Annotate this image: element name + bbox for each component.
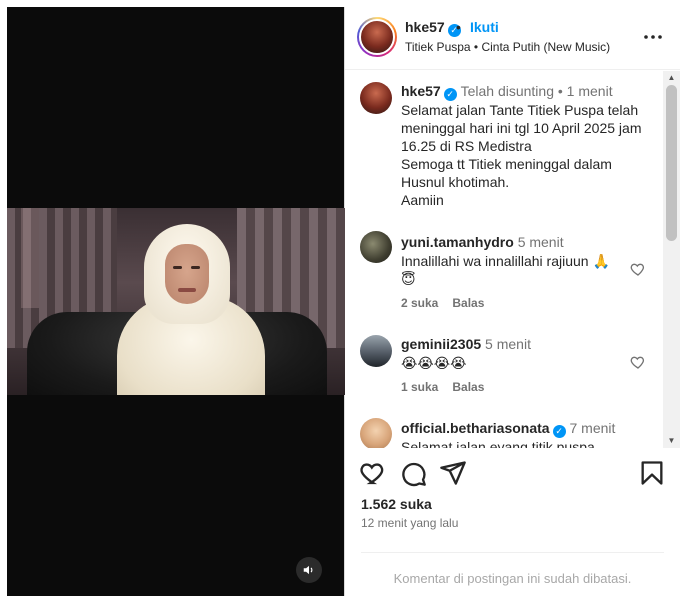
- heart-icon: [360, 463, 384, 485]
- comments-list[interactable]: hke57 ✓ Telah disunting • 1 menit Selamat…: [345, 71, 680, 448]
- comment-username[interactable]: yuni.tamanhydro: [401, 234, 514, 250]
- comment-icon: [402, 462, 426, 487]
- share-button[interactable]: [439, 459, 467, 487]
- comment-header: geminii2305 5 menit: [401, 336, 531, 352]
- comment-like-heart-icon[interactable]: [630, 261, 646, 277]
- comment-text-line: Innalillahi wa innalillahi rajiuun 🙏: [401, 253, 610, 269]
- reply-button[interactable]: Balas: [452, 380, 484, 394]
- share-icon: [440, 461, 466, 485]
- comment-text-line: 😭😭😭😭: [401, 355, 467, 371]
- caption-meta: Telah disunting • 1 menit: [460, 83, 613, 99]
- comment-text: 😭😭😭😭: [401, 354, 656, 372]
- comment-actions: 1 suka Balas: [401, 380, 484, 394]
- caption-avatar[interactable]: [360, 82, 392, 114]
- volume-icon: [303, 565, 313, 575]
- comment-text: Selamat jalan eyang titik puspa: [401, 438, 656, 448]
- more-options-button[interactable]: [641, 25, 665, 49]
- comment-header: official.betharia­sonata ✓ 7 menit: [401, 420, 615, 438]
- comment-time: 7 menit: [569, 420, 616, 436]
- comment-text-line: 😇: [401, 271, 416, 287]
- caption-line: Husnul khotimah.: [401, 174, 510, 190]
- lamp: [21, 208, 39, 308]
- save-button[interactable]: [638, 459, 666, 487]
- comment-time: 5 menit: [517, 234, 564, 250]
- scrollbar-thumb[interactable]: [666, 85, 677, 241]
- video-frame[interactable]: [7, 208, 345, 395]
- audio-link[interactable]: Titiek Puspa • Cinta Putih (New Music): [405, 40, 610, 54]
- follow-button[interactable]: Ikuti: [470, 19, 499, 35]
- video-player[interactable]: [7, 7, 345, 596]
- comment-actions: 2 suka Balas: [401, 296, 484, 310]
- more-options-icon: [644, 35, 662, 39]
- comment-text-line: Selamat jalan eyang titik puspa: [401, 439, 595, 448]
- comment-time: 5 menit: [485, 336, 531, 352]
- bookmark-icon: [641, 461, 663, 485]
- likes-count[interactable]: 1.562 suka: [361, 496, 432, 512]
- verified-badge-icon: ✓: [443, 88, 457, 101]
- divider: [361, 552, 664, 553]
- comment-username[interactable]: geminii2305: [401, 336, 481, 352]
- comment-likes[interactable]: 1 suka: [401, 380, 438, 394]
- instagram-post-window: hke57 ✓ • Ikuti Titiek Puspa • Cinta Puti…: [0, 0, 697, 596]
- caption-username[interactable]: hke57: [401, 83, 441, 99]
- caption-line: Semoga tt Titiek meninggal dalam: [401, 156, 612, 172]
- post-panel: hke57 ✓ • Ikuti Titiek Puspa • Cinta Puti…: [345, 7, 680, 596]
- caption-line: meninggal hari ini tgl 10 April 2025 jam: [401, 120, 642, 136]
- comments-limited-notice: Komentar di postingan ini sudah dibatasi…: [393, 571, 632, 586]
- reply-button[interactable]: Balas: [452, 296, 484, 310]
- like-button[interactable]: [359, 459, 387, 487]
- caption-line: 16.25 di RS Medistra: [401, 138, 532, 154]
- comment-header: yuni.tamanhydro 5 menit: [401, 234, 564, 250]
- eye-right: [191, 266, 200, 269]
- header-separator: •: [456, 19, 461, 35]
- comment-likes[interactable]: 2 suka: [401, 296, 438, 310]
- post-actions: [345, 457, 680, 489]
- comment-avatar[interactable]: [360, 335, 392, 367]
- verified-badge-icon: ✓: [552, 425, 566, 438]
- caption-line: Selamat jalan Tante Titiek Puspa telah: [401, 102, 639, 118]
- comment-text: Innalillahi wa innalillahi rajiuun 🙏 😇: [401, 252, 656, 288]
- comment-avatar[interactable]: [360, 231, 392, 263]
- scroll-down-arrow-icon[interactable]: ▼: [663, 434, 680, 448]
- face: [165, 244, 209, 304]
- caption-header: hke57 ✓ Telah disunting • 1 menit: [401, 83, 613, 101]
- caption-line: Aamiin: [401, 192, 444, 208]
- author-username-text[interactable]: hke57: [405, 19, 445, 35]
- post-header: hke57 ✓ • Ikuti Titiek Puspa • Cinta Puti…: [345, 7, 680, 70]
- comment-username[interactable]: official.betharia­sonata: [401, 420, 550, 436]
- comments-scrollbar[interactable]: ▲ ▼: [663, 71, 680, 448]
- scroll-up-arrow-icon[interactable]: ▲: [663, 71, 680, 85]
- author-avatar-image: [359, 19, 395, 55]
- volume-button[interactable]: [296, 557, 322, 583]
- author-avatar[interactable]: [357, 17, 397, 57]
- caption-text: Selamat jalan Tante Titiek Puspa telah m…: [401, 101, 656, 209]
- author-username[interactable]: hke57 ✓: [405, 19, 461, 37]
- post-time[interactable]: 12 menit yang lalu: [361, 516, 458, 530]
- mouth: [178, 288, 196, 292]
- comment-button[interactable]: [399, 459, 427, 487]
- eye-left: [173, 266, 182, 269]
- comment-like-heart-icon[interactable]: [630, 354, 646, 370]
- comment-avatar[interactable]: [360, 418, 392, 448]
